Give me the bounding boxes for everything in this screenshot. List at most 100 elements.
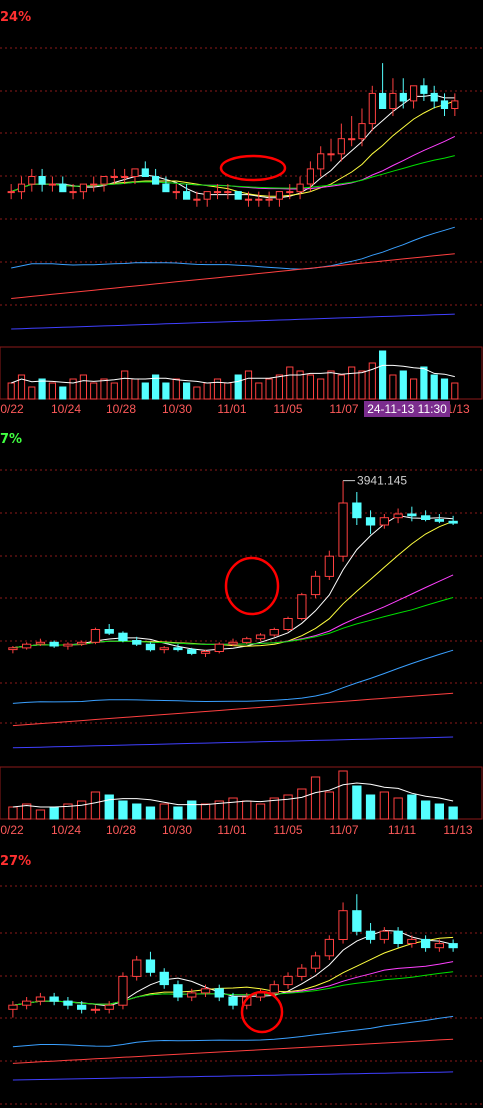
- candle-body: [104, 1004, 114, 1010]
- x-tick-label: 11/05: [273, 823, 302, 837]
- volume-bar: [407, 794, 417, 820]
- candle-body: [338, 910, 348, 940]
- candle-body: [145, 959, 156, 973]
- candle-body: [317, 153, 325, 170]
- candle-body: [8, 647, 18, 651]
- ma250-line: [12, 1071, 454, 1081]
- candle-body: [214, 643, 224, 652]
- volume-bar: [90, 382, 98, 400]
- crosshair-date-label: 24-11-13 11:30: [367, 402, 447, 416]
- candle-body: [228, 996, 238, 1006]
- candle-body: [338, 502, 348, 557]
- candlestick-chart[interactable]: [0, 846, 483, 1108]
- candle-body: [90, 1008, 101, 1011]
- volume-bar: [173, 806, 183, 820]
- ma20-line: [12, 574, 454, 649]
- volume-bar: [118, 800, 128, 820]
- volume-bar: [379, 350, 387, 400]
- ma5-line: [12, 514, 454, 651]
- candle-body: [59, 183, 67, 193]
- candle-body: [296, 183, 304, 193]
- ma20-line: [11, 135, 456, 193]
- candle-body: [348, 138, 356, 141]
- candle-body: [118, 632, 128, 641]
- volume-bar: [131, 378, 139, 400]
- candle-body: [118, 975, 128, 1006]
- candle-body: [8, 1004, 18, 1010]
- volume-bar: [132, 803, 142, 820]
- x-tick-label: 0/22: [0, 402, 24, 416]
- volume-bar: [234, 374, 242, 400]
- volume-bar: [379, 791, 390, 820]
- candle-body: [407, 938, 417, 945]
- x-tick-label: 11/07: [329, 402, 358, 416]
- candle-body: [368, 92, 376, 125]
- candle-body: [421, 938, 431, 949]
- ma250-line: [12, 736, 454, 749]
- candle-body: [234, 191, 242, 200]
- ma250-line: [11, 313, 455, 330]
- x-tick-label: 11/01: [217, 402, 246, 416]
- candle-body: [448, 520, 458, 524]
- x-tick-label: 10/24: [51, 402, 81, 416]
- ma120-line: [11, 253, 455, 299]
- ma60-line: [12, 649, 454, 704]
- chart-panel-3: 27%: [0, 846, 483, 1108]
- x-tick-label: 11/01: [217, 823, 246, 837]
- candle-body: [244, 198, 253, 201]
- volume-bar: [48, 382, 56, 400]
- candle-body: [365, 930, 376, 940]
- volume-bar: [310, 776, 321, 820]
- candlestick-chart[interactable]: 3941.145 0/22 10/24 10/28 10/30 11/01 11/05 11/…: [0, 418, 483, 846]
- candle-body: [173, 647, 183, 651]
- candle-body: [310, 575, 321, 596]
- chart-panel-2: 7% 3941.145 0/22 10/24 10/28 10/30 11/01 11/05…: [0, 418, 483, 846]
- candle-body: [410, 85, 418, 102]
- volume-bar: [451, 382, 459, 400]
- volume-bar: [79, 374, 88, 400]
- candle-body: [379, 517, 390, 526]
- candle-body: [159, 647, 169, 651]
- highlight-circle: [224, 556, 280, 616]
- candlestick-chart[interactable]: 0/2210/2410/2810/3011/0111/0511/0711/111…: [0, 0, 483, 418]
- volume-bar: [317, 378, 325, 400]
- candle-body: [214, 988, 224, 998]
- candle-body: [213, 191, 222, 194]
- ma30-line: [11, 155, 455, 193]
- candle-body: [132, 640, 142, 645]
- candle-body: [193, 198, 201, 201]
- candle-body: [420, 85, 428, 94]
- ma60-line: [12, 1015, 454, 1048]
- candle-body: [283, 618, 293, 630]
- candle-body: [393, 513, 403, 519]
- volume-bar: [399, 370, 407, 400]
- ma120-line: [12, 1038, 454, 1064]
- candle-body: [49, 996, 59, 1002]
- volume-bar: [352, 785, 362, 820]
- volume-bar: [327, 370, 335, 400]
- candle-body: [286, 191, 294, 194]
- candle-body: [269, 629, 279, 636]
- volume-bar: [242, 800, 252, 820]
- volume-bar: [224, 382, 232, 400]
- candle-body: [275, 191, 283, 200]
- candle-body: [265, 198, 273, 201]
- candle-body: [172, 191, 180, 194]
- volume-bar: [365, 794, 376, 820]
- candle-body: [145, 643, 156, 651]
- volume-bar: [193, 386, 201, 400]
- volume-bar: [162, 382, 170, 400]
- candle-body: [49, 641, 59, 647]
- x-tick-label: 10/24: [51, 823, 81, 837]
- candle-body: [297, 594, 307, 619]
- volume-bar: [59, 386, 67, 400]
- candle-body: [63, 643, 73, 647]
- highlight-circle: [240, 990, 284, 1034]
- volume-ma-line: [11, 364, 455, 384]
- ma5-line: [11, 94, 455, 199]
- volume-bar: [275, 374, 283, 400]
- volume-bar: [38, 378, 46, 400]
- candle-body: [7, 191, 15, 194]
- candle-body: [48, 183, 56, 186]
- high-value-label: 3941.145: [357, 474, 407, 488]
